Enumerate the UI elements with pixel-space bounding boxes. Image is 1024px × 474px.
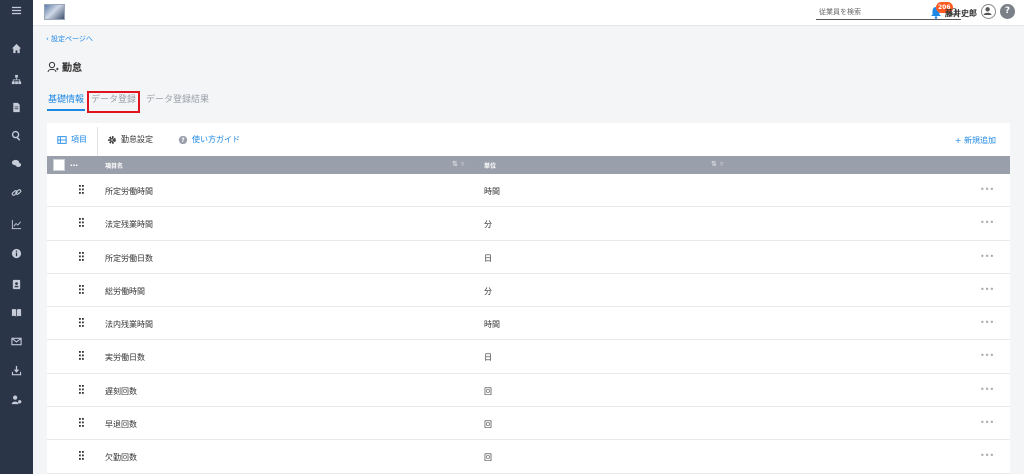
help-icon[interactable]: ? xyxy=(1000,4,1015,19)
item-name: 所定労働日数 xyxy=(105,253,153,263)
table-row[interactable]: 欠勤回数 回 ••• xyxy=(47,440,1010,474)
item-unit: 回 xyxy=(484,453,492,463)
drag-handle-icon[interactable] xyxy=(79,351,84,361)
item-name: 遅刻回数 xyxy=(105,386,137,396)
item-unit: 日 xyxy=(484,253,492,263)
subtab-usage-guide-label: 使い方ガイド xyxy=(192,135,240,144)
drag-handle-icon[interactable] xyxy=(79,284,84,294)
table-row[interactable]: 所定労働時間 時間 ••• xyxy=(47,174,1010,208)
mail-icon[interactable] xyxy=(0,332,33,350)
item-name: 欠勤回数 xyxy=(105,453,137,463)
more-options-icon[interactable]: ••• xyxy=(980,418,994,427)
subtab-attendance-settings[interactable]: 勤怠設定 xyxy=(107,134,153,145)
table-row[interactable]: 実労働日数 日 ••• xyxy=(47,340,1010,374)
drag-handle-icon[interactable] xyxy=(79,218,84,228)
chat-icon[interactable] xyxy=(0,154,33,172)
bulk-actions-icon[interactable]: … xyxy=(70,159,78,168)
subtab-items[interactable]: 項目 xyxy=(57,134,87,145)
document-icon[interactable] xyxy=(0,98,33,116)
item-unit: 回 xyxy=(484,386,492,396)
add-new-button[interactable]: + 新規追加 xyxy=(955,135,996,146)
item-name: 所定労働時間 xyxy=(105,187,153,196)
more-options-icon[interactable]: ••• xyxy=(980,218,994,227)
item-name: 法内残業時間 xyxy=(105,320,153,330)
top-bar: 従業員を検索 206 藤井史郎 ? xyxy=(33,0,1024,26)
org-chart-icon[interactable] xyxy=(0,70,33,88)
item-unit: 回 xyxy=(484,420,492,430)
more-options-icon[interactable]: ••• xyxy=(980,252,994,261)
user-settings-icon[interactable] xyxy=(0,390,33,408)
table-header: … 項目名 ⇅▿ 単位 ⇅▿ xyxy=(47,156,1010,174)
item-unit: 時間 xyxy=(484,187,500,196)
download-icon[interactable] xyxy=(0,361,33,379)
item-name: 早退回数 xyxy=(105,420,137,430)
item-unit: 分 xyxy=(484,220,492,230)
sub-tabs: 項目 勤怠設定 ? 使い方ガイド + 新規追加 xyxy=(47,123,1010,156)
table-row[interactable]: 法内残業時間 時間 ••• xyxy=(47,307,1010,341)
subtab-attendance-settings-label: 勤怠設定 xyxy=(121,135,153,144)
svg-text:?: ? xyxy=(181,138,184,144)
drag-handle-icon[interactable] xyxy=(79,418,84,427)
user-avatar-icon xyxy=(983,7,992,15)
drag-handle-icon[interactable] xyxy=(79,251,84,261)
drag-handle-icon[interactable] xyxy=(79,384,84,394)
table-row[interactable]: 遅刻回数 回 ••• xyxy=(47,374,1010,408)
more-options-icon[interactable]: ••• xyxy=(980,351,994,360)
search-icon[interactable] xyxy=(0,126,33,144)
page-title: 勤怠 xyxy=(47,59,82,74)
item-unit: 時間 xyxy=(484,320,500,330)
tab-registration-results[interactable]: データ登録結果 xyxy=(145,93,210,111)
subtab-divider xyxy=(97,127,98,156)
link-icon[interactable] xyxy=(0,183,33,201)
drag-handle-icon[interactable] xyxy=(79,451,84,461)
sidebar xyxy=(0,0,33,474)
column-header-unit[interactable]: 単位 xyxy=(484,161,496,170)
drag-handle-icon[interactable] xyxy=(79,318,84,327)
back-to-settings-link[interactable]: ‹ 設定ページへ xyxy=(46,34,93,44)
more-options-icon[interactable]: ••• xyxy=(980,385,994,394)
items-card: 項目 勤怠設定 ? 使い方ガイド + 新規追加 … 項目名 ⇅▿ 単位 ⇅▿ 所… xyxy=(47,123,1010,474)
table-row[interactable]: 所定労働日数 日 ••• xyxy=(47,241,1010,274)
table-row[interactable]: 早退回数 回 ••• xyxy=(47,407,1010,441)
table-body: 所定労働時間 時間 ••• 法定残業時間 分 ••• 所定労働日数 日 ••• … xyxy=(47,174,1010,474)
back-link-label: 設定ページへ xyxy=(51,35,93,43)
menu-icon[interactable] xyxy=(0,1,33,19)
item-unit: 分 xyxy=(484,286,492,296)
chart-icon[interactable] xyxy=(0,215,33,233)
table-row[interactable]: 総労働時間 分 ••• xyxy=(47,274,1010,308)
avatar[interactable] xyxy=(981,4,996,19)
select-all-checkbox[interactable] xyxy=(53,159,65,171)
more-options-icon[interactable]: ••• xyxy=(980,318,994,327)
page-title-text: 勤怠 xyxy=(62,63,82,74)
sort-filter-icon[interactable]: ⇅▿ xyxy=(452,160,467,168)
home-icon[interactable] xyxy=(0,39,33,57)
subtab-items-label: 項目 xyxy=(71,135,87,144)
contact-card-icon[interactable] xyxy=(0,275,33,293)
info-icon[interactable] xyxy=(0,244,33,262)
table-row[interactable]: 法定残業時間 分 ••• xyxy=(47,207,1010,241)
user-name[interactable]: 藤井史郎 xyxy=(945,8,977,19)
tab-basic-info[interactable]: 基礎情報 xyxy=(47,93,86,111)
item-name: 総労働時間 xyxy=(105,286,145,296)
main-tabs: 基礎情報 データ登録 データ登録結果 xyxy=(47,91,217,113)
book-icon[interactable] xyxy=(0,303,33,321)
column-header-item-name[interactable]: 項目名 xyxy=(105,161,123,170)
more-options-icon[interactable]: ••• xyxy=(980,451,994,460)
more-options-icon[interactable]: ••• xyxy=(980,185,994,194)
sort-filter-icon[interactable]: ⇅▿ xyxy=(711,160,726,168)
item-name: 実労働日数 xyxy=(105,353,145,363)
more-options-icon[interactable]: ••• xyxy=(980,285,994,294)
question-circle-icon: ? xyxy=(178,135,188,144)
list-icon xyxy=(57,135,67,144)
search-placeholder: 従業員を検索 xyxy=(819,8,861,16)
tab-data-registration[interactable]: データ登録 xyxy=(87,91,141,113)
company-logo[interactable] xyxy=(44,4,65,20)
subtab-usage-guide[interactable]: ? 使い方ガイド xyxy=(178,134,240,145)
gear-icon xyxy=(108,135,116,144)
item-name: 法定残業時間 xyxy=(105,220,153,230)
item-unit: 日 xyxy=(484,353,492,363)
user-plus-icon xyxy=(47,61,59,72)
drag-handle-icon[interactable] xyxy=(79,185,84,194)
